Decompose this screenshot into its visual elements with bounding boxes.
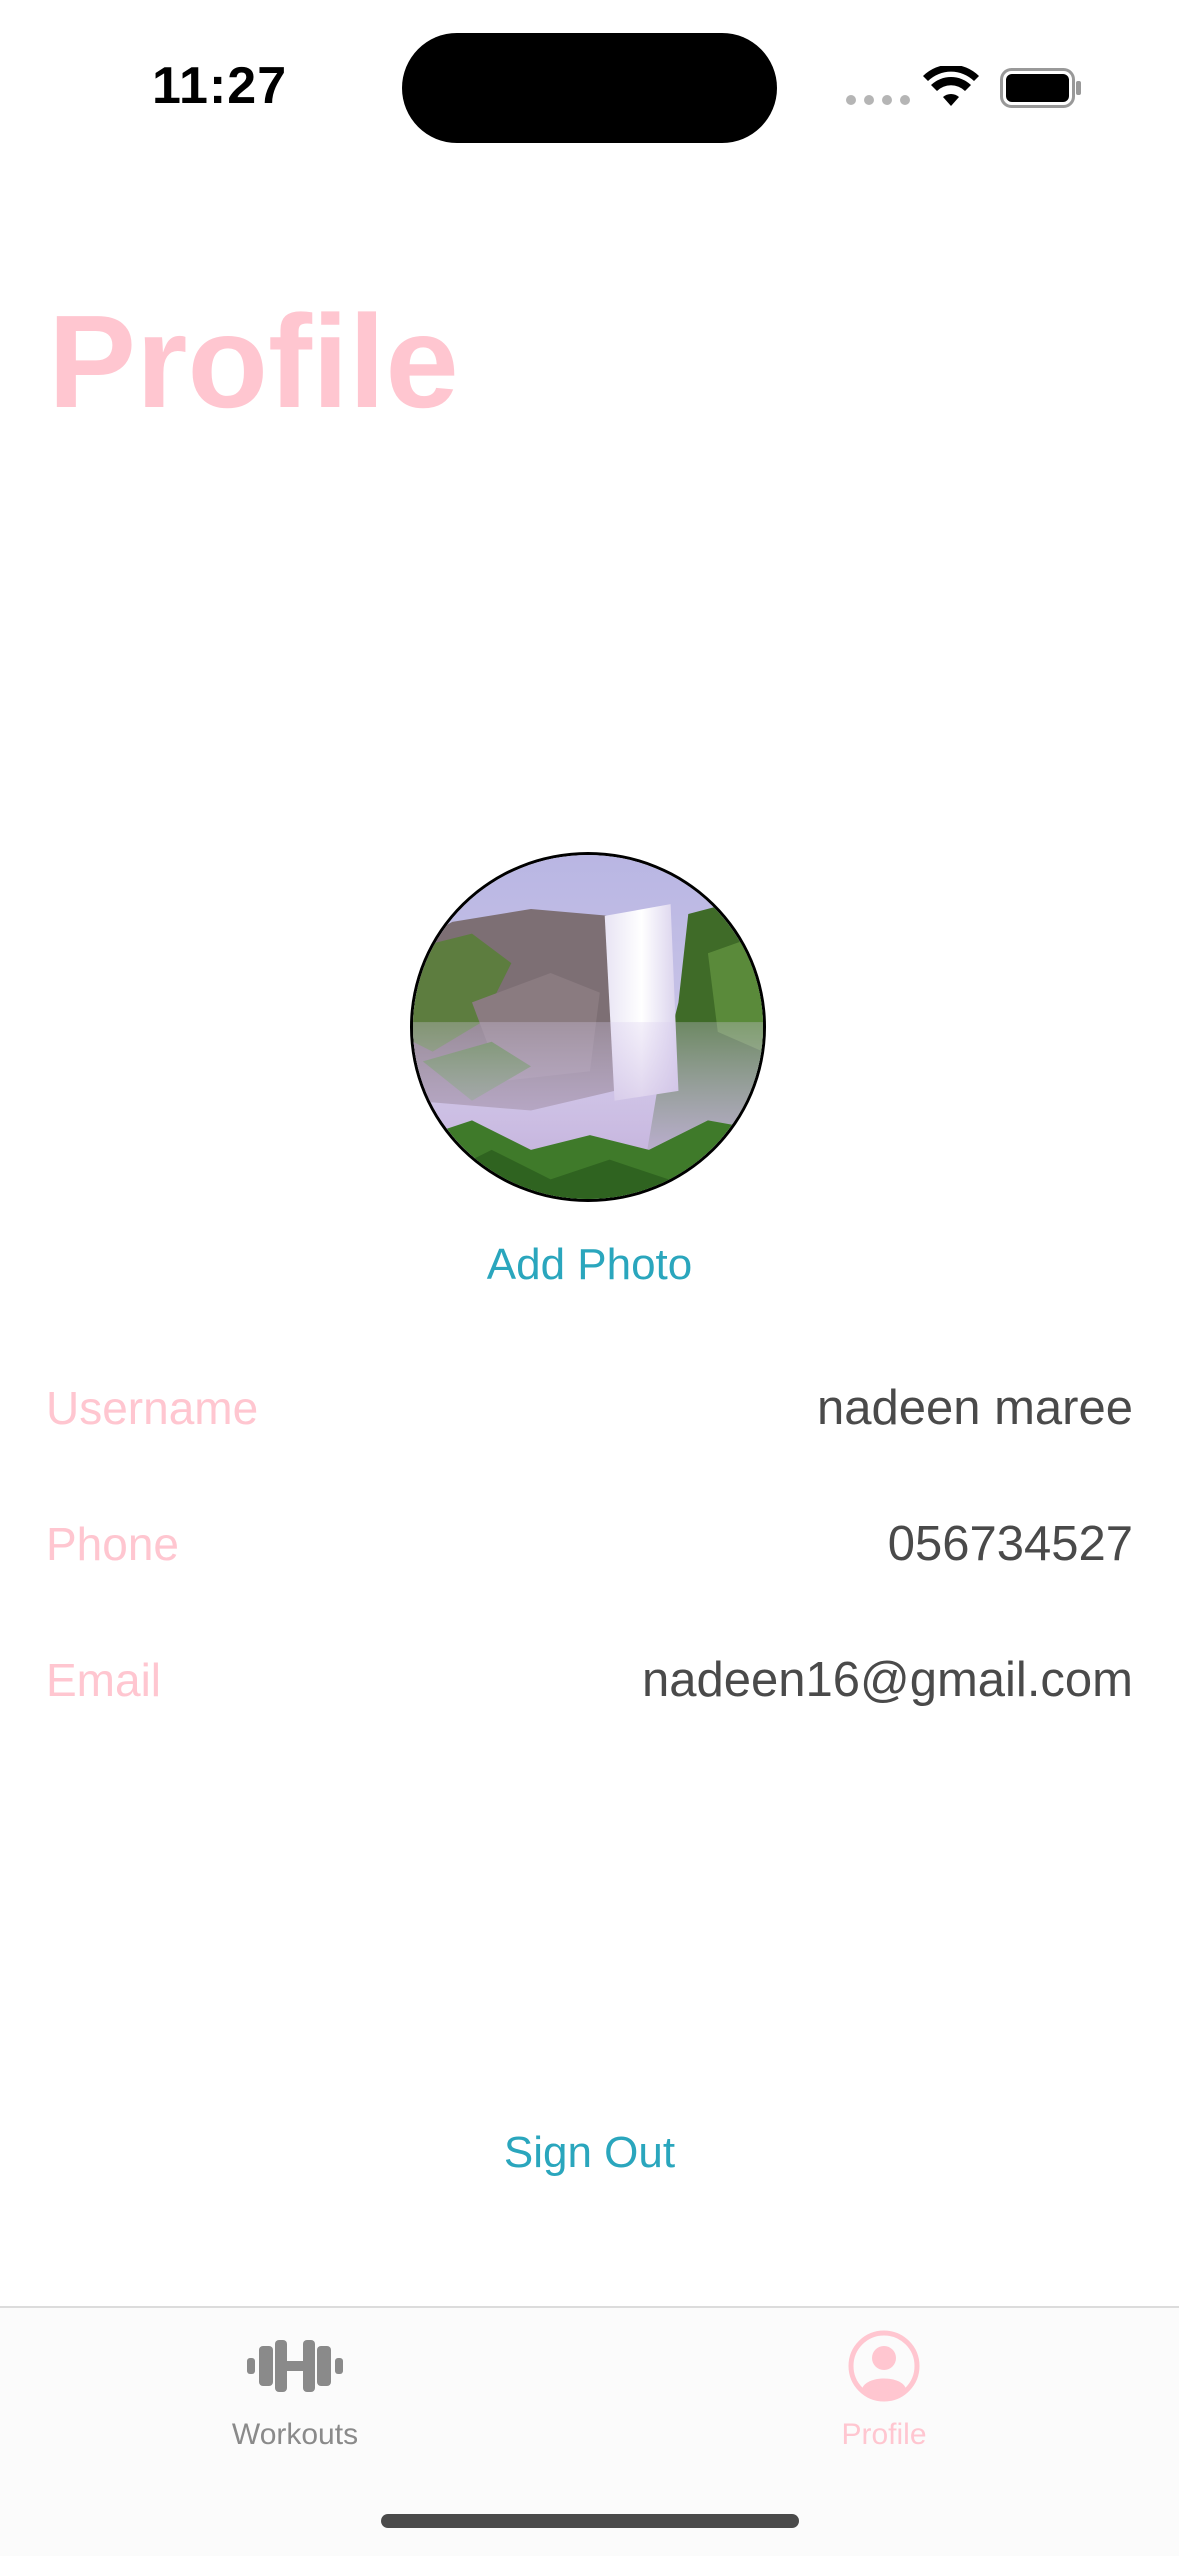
tab-workouts-label: Workouts [231,2418,359,2451]
tab-workouts[interactable]: Workouts [145,2328,445,2452]
tab-profile[interactable]: Profile [734,2328,1034,2452]
phone-value: 056734527 [887,1517,1133,1571]
username-value: nadeen maree [816,1381,1133,1435]
page-title: Profile [48,288,459,435]
username-label: Username [46,1382,259,1434]
email-row: Email nadeen16@gmail.com [46,1640,1133,1720]
phone-label: Phone [46,1518,180,1570]
waterfall-photo [413,855,763,1199]
home-indicator[interactable] [381,2514,799,2528]
signal-dots-icon [846,95,910,105]
avatar[interactable] [410,852,766,1202]
add-photo-button[interactable]: Add Photo [0,1240,1179,1290]
wifi-icon [923,66,979,106]
username-row: Username nadeen maree [46,1368,1133,1448]
email-label: Email [46,1654,162,1706]
status-time: 11:27 [152,57,288,115]
person-circle-icon [848,2330,920,2402]
tab-profile-label: Profile [841,2418,927,2451]
battery-icon [1000,68,1081,108]
email-value: nadeen16@gmail.com [641,1653,1133,1707]
dumbbell-icon [247,2340,343,2392]
sign-out-button[interactable]: Sign Out [0,2128,1179,2178]
dynamic-island [402,33,777,143]
phone-row: Phone 056734527 [46,1504,1133,1584]
